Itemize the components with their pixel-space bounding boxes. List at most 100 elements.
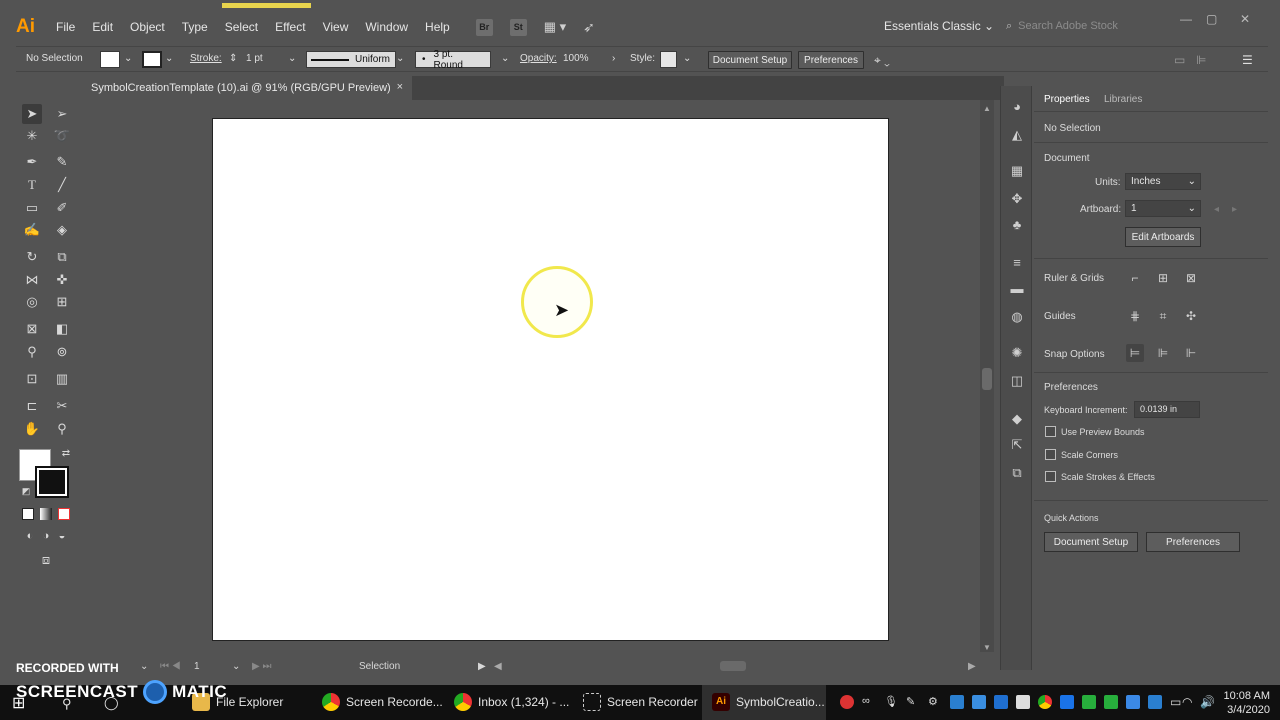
zoom-tool-icon[interactable]: ⚲ [52,419,72,439]
display-tray-icon[interactable] [1148,695,1162,709]
color-mode-icon[interactable] [22,508,34,520]
taskbar-illustrator[interactable]: Ai SymbolCreatio... [712,693,825,711]
scroll-up-icon[interactable]: ▲ [983,104,991,113]
scroll-right-icon[interactable]: ▶ [968,661,976,672]
network-app-tray-icon[interactable] [1126,695,1140,709]
grid-icon[interactable]: ⊞ [1154,269,1172,287]
tab-libraries[interactable]: Libraries [1104,94,1142,105]
close-window-icon[interactable]: ✕ [1240,12,1250,26]
chevron-down-icon[interactable]: ⌄ [683,53,691,64]
chevron-down-icon[interactable]: ⌄ [165,53,173,64]
taskbar-chrome-inbox[interactable]: Inbox (1,324) - ... [454,693,569,711]
guides-icon[interactable]: ⋕ [1126,307,1144,325]
brushes-icon[interactable]: ✥ [1008,190,1026,208]
menu-effect[interactable]: Effect [275,20,305,34]
lock-guides-icon[interactable]: ⌗ [1154,307,1172,325]
maximize-icon[interactable]: ▢ [1206,12,1217,26]
slice-tool-icon[interactable]: ✂ [52,396,72,416]
snap-to-pixel-icon[interactable]: ⊫ [1154,344,1172,362]
graph-tool-icon[interactable]: ▥ [52,369,72,389]
system-clock[interactable]: 10:08 AM 3/4/2020 [1224,689,1270,717]
swap-colors-icon[interactable]: ⇄ [56,444,76,464]
preferences-button[interactable]: Preferences [798,51,864,69]
scale-strokes-checkbox[interactable] [1045,471,1056,482]
teams-tray-icon[interactable] [994,695,1008,709]
selection-tool-icon[interactable]: ➤ [22,104,42,124]
chevron-down-icon[interactable]: ⌄ [140,661,148,672]
stroke-swatch[interactable] [142,51,162,68]
vertical-scroll-thumb[interactable] [982,368,992,390]
stock-icon[interactable]: St [509,18,527,36]
horizontal-scroll-thumb[interactable] [720,661,746,671]
sync-tray-icon[interactable] [1104,695,1118,709]
transparency-panel-icon[interactable]: ◍ [1008,308,1026,326]
first-artboard-icon[interactable]: ⏮ ◀ [160,661,181,672]
symbol-sprayer-tool-icon[interactable]: ⊡ [22,369,42,389]
artboard-tool-icon[interactable]: ⊏ [22,396,42,416]
scale-corners-checkbox[interactable] [1045,449,1056,460]
chevron-down-icon[interactable]: ⌄ [232,661,240,672]
opacity-field[interactable]: 100% [563,53,589,64]
screen-mode-icon[interactable]: ⧈ [36,550,56,570]
shaper-tool-icon[interactable]: ✍ [22,220,42,240]
artboards-panel-icon[interactable]: ⧉ [1008,464,1026,482]
export-icon[interactable]: ⇱ [1008,436,1026,454]
stock-search[interactable]: ⌕ Search Adobe Stock [1006,16,1172,36]
menu-help[interactable]: Help [425,20,450,34]
panel-menu-icon[interactable]: ☰ [1242,53,1253,67]
chevron-down-icon[interactable]: ⌄ [501,53,509,64]
chevron-right-icon[interactable]: › [612,53,615,64]
isolate-icon[interactable]: ⊫ [1196,53,1206,67]
layers-panel-icon[interactable]: ◆ [1008,410,1026,428]
fill-swatch[interactable] [100,51,120,68]
gradient-panel-icon[interactable]: ▬ [1008,280,1026,298]
edit-artboards-button[interactable]: Edit Artboards [1125,227,1201,247]
close-tab-icon[interactable]: × [397,81,403,93]
workspace-switcher[interactable]: Essentials Classic ⌄ [884,19,994,33]
brush-definition[interactable]: • 3 pt. Round [415,49,491,71]
hand-tool-icon[interactable]: ✋ [22,419,42,439]
pen-tool-icon[interactable]: ✒ [22,152,42,172]
default-colors-icon[interactable]: ◩ [16,481,36,501]
microphone-tray-icon[interactable]: 🎙 [884,695,898,709]
chevron-down-icon[interactable]: ⌄ [124,53,132,64]
document-setup-button[interactable]: Document Setup [708,51,792,69]
menu-object[interactable]: Object [130,20,165,34]
stroke-color-swatch[interactable] [35,466,69,498]
draw-inside-icon[interactable]: ◒ [52,526,72,546]
drive-tray-icon[interactable] [1060,695,1074,709]
rulers-icon[interactable]: ⌐ [1126,269,1144,287]
menu-select[interactable]: Select [225,20,258,34]
stroke-label[interactable]: Stroke: [190,53,222,64]
blend-tool-icon[interactable]: ⊚ [52,342,72,362]
color-panel-icon[interactable]: ◕ [1008,98,1026,116]
wifi-icon[interactable]: ◠ [1182,695,1196,709]
type-tool-icon[interactable]: T [22,175,42,195]
stroke-weight-field[interactable]: 1 pt [246,53,263,64]
transform-icon[interactable]: ⌖ ⌄ [874,53,890,68]
shape-builder-tool-icon[interactable]: ◎ [22,292,42,312]
chevron-left-icon[interactable]: ◀ [494,661,502,672]
smart-guides-icon[interactable]: ✣ [1182,307,1200,325]
menu-file[interactable]: File [56,20,75,34]
snap-to-glyph-icon[interactable]: ⊩ [1182,344,1200,362]
screencast-tray-icon[interactable] [840,695,854,709]
security-tray-icon[interactable] [1082,695,1096,709]
rectangle-tool-icon[interactable]: ▭ [22,198,42,218]
tab-properties[interactable]: Properties [1044,94,1090,105]
graphic-styles-icon[interactable]: ◫ [1008,372,1026,390]
menu-view[interactable]: View [323,20,349,34]
direct-selection-tool-icon[interactable]: ➢ [52,104,72,124]
arrange-documents-icon[interactable]: ▦ ▾ [544,19,566,35]
menu-window[interactable]: Window [365,20,408,34]
swatches-icon[interactable]: ▦ [1008,162,1026,180]
chrome-tray-icon[interactable] [1038,695,1052,709]
symbols-icon[interactable]: ♣ [1008,216,1026,234]
align-icon[interactable]: ▭ [1174,53,1185,67]
volume-icon[interactable]: 🔊 [1200,695,1215,709]
graphic-style-swatch[interactable] [660,51,677,68]
artboard-navigator-field[interactable]: 1 [194,661,200,672]
opacity-label[interactable]: Opacity: [520,53,557,64]
artboard-dropdown[interactable]: 1 ⌄ [1125,200,1201,217]
eraser-tool-icon[interactable]: ◈ [52,220,72,240]
